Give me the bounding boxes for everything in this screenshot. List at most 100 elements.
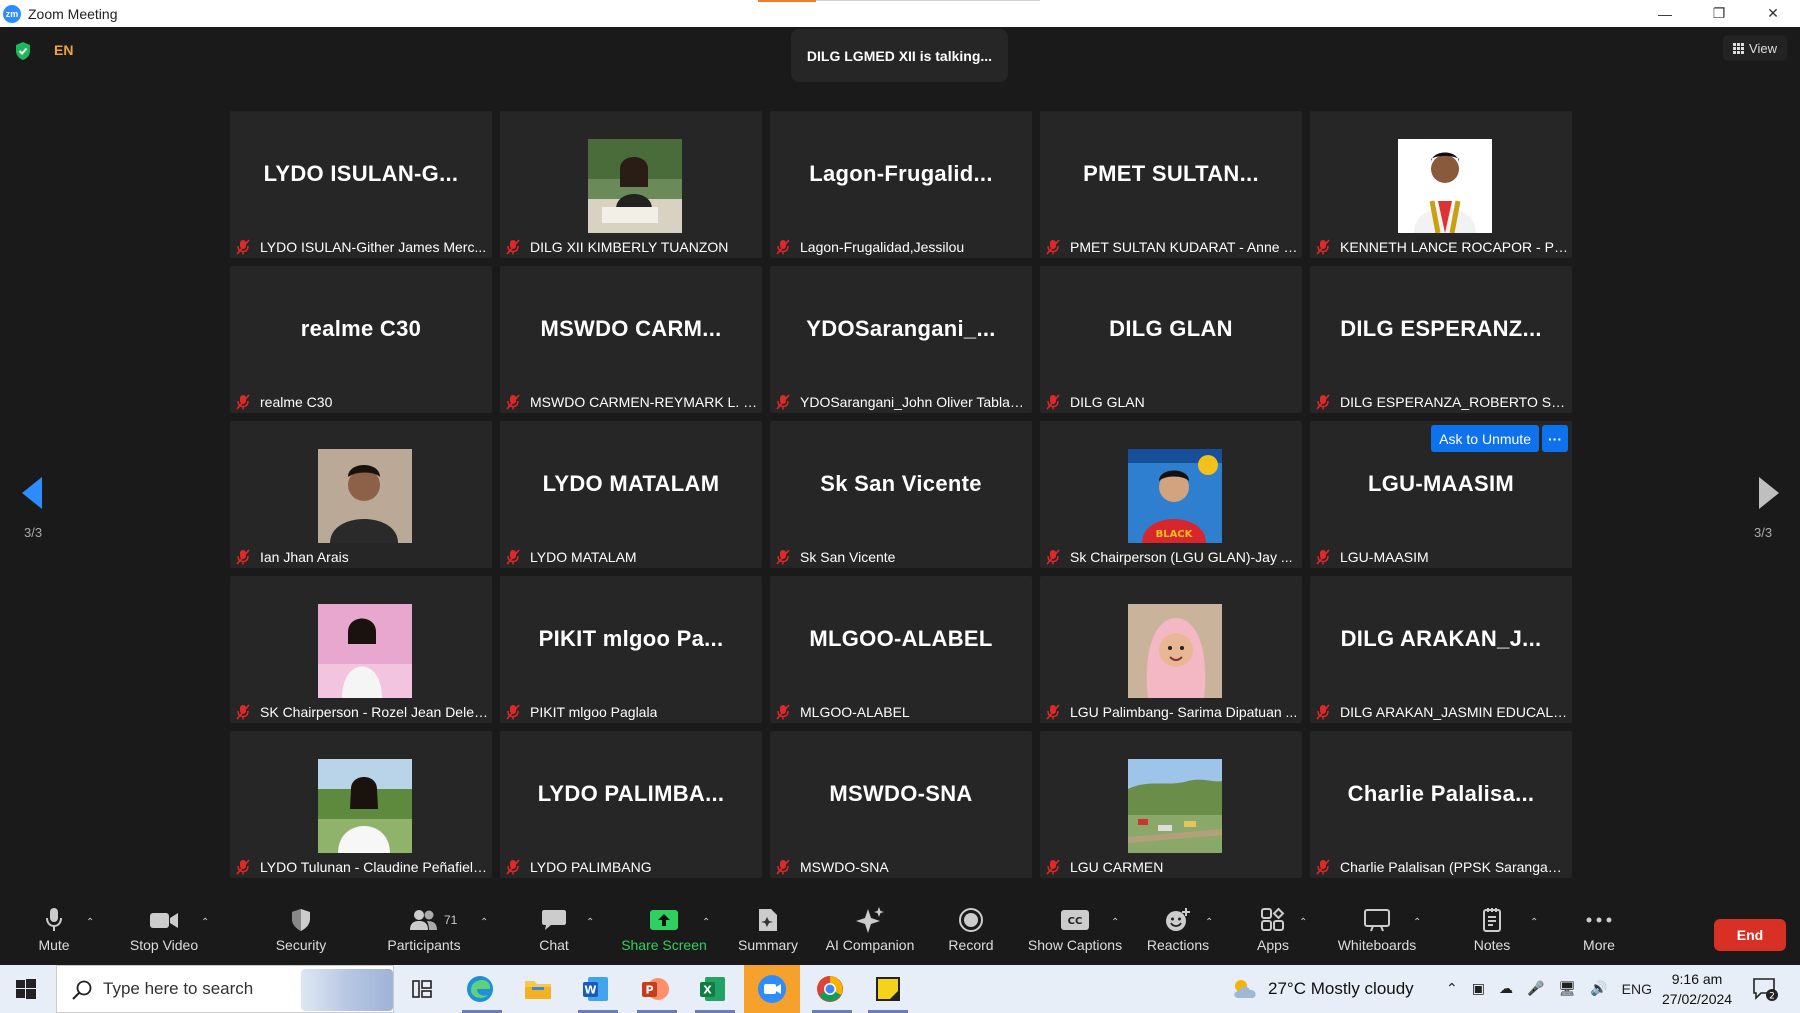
more-label: More — [1583, 937, 1615, 953]
muted-microphone-icon — [1316, 238, 1330, 255]
apps-button[interactable]: Apps — [1253, 903, 1293, 965]
participant-tile[interactable]: MSWDO CARM... MSWDO CARMEN-REYMARK L. D..… — [500, 266, 762, 413]
show-captions-button[interactable]: CC Show Captions — [1027, 903, 1123, 965]
security-button[interactable]: Security — [270, 903, 332, 965]
network-icon[interactable]: 🖥 — [1558, 980, 1576, 997]
microphone-tray-icon[interactable]: 🎤 — [1527, 980, 1544, 997]
title-accent-line — [758, 0, 816, 2]
stop-video-label: Stop Video — [129, 937, 199, 953]
left-page-indicator: 3/3 — [24, 525, 43, 540]
record-button[interactable]: Record — [948, 903, 994, 965]
participant-tile[interactable]: LGU-MAASIM LGU-MAASIM Ask to Unmute ··· — [1310, 421, 1572, 568]
chrome-icon[interactable] — [812, 971, 848, 1007]
edge-browser-icon[interactable] — [462, 971, 498, 1007]
participant-tile[interactable]: DILG GLAN DILG GLAN — [1040, 266, 1302, 413]
participant-name: MSWDO-SNA — [800, 858, 889, 875]
participant-tile[interactable]: YDOSarangani_... YDOSarangani_John Oliver… — [770, 266, 1032, 413]
participant-tile[interactable]: Lagon-Frugalid... Lagon-Frugalidad,Jessil… — [770, 111, 1032, 258]
participant-display-name: LYDO MATALAM — [542, 471, 720, 496]
search-placeholder: Type here to search — [103, 979, 254, 998]
participant-tile[interactable]: Sk San Vicente Sk San Vicente — [770, 421, 1032, 568]
captions-options-caret-icon[interactable]: ⌃ — [1111, 917, 1119, 928]
participant-tile[interactable]: LYDO MATALAM LYDO MATALAM — [500, 421, 762, 568]
participant-tile[interactable]: LYDO ISULAN-G... LYDO ISULAN-Gither James… — [230, 111, 492, 258]
next-page-arrow-icon[interactable] — [1759, 477, 1779, 509]
notes-button[interactable]: Notes — [1471, 903, 1513, 965]
participant-tile[interactable]: SK Chairperson - Rozel Jean Deles... — [230, 576, 492, 723]
muted-microphone-icon — [506, 703, 520, 720]
share-options-caret-icon[interactable]: ⌃ — [702, 917, 710, 928]
muted-microphone-icon — [506, 393, 520, 410]
meet-now-icon[interactable]: ▣ — [1472, 980, 1485, 997]
chat-options-caret-icon[interactable]: ⌃ — [586, 917, 594, 928]
participants-options-caret-icon[interactable]: ⌃ — [480, 917, 488, 928]
excel-icon[interactable]: X — [695, 971, 731, 1007]
participant-tile[interactable]: MLGOO-ALABEL MLGOO-ALABEL — [770, 576, 1032, 723]
participant-tile[interactable]: KENNETH LANCE ROCAPOR - PPS... — [1310, 111, 1572, 258]
view-button[interactable]: View — [1723, 35, 1787, 61]
word-icon[interactable]: W — [578, 971, 614, 1007]
whiteboards-button[interactable]: Whiteboards — [1334, 903, 1420, 965]
encryption-shield-icon[interactable] — [14, 41, 32, 61]
participant-tile[interactable]: MSWDO-SNA MSWDO-SNA — [770, 731, 1032, 878]
participant-tile[interactable]: Charlie Palalisa... Charlie Palalisan (PP… — [1310, 731, 1572, 878]
reactions-options-caret-icon[interactable]: ⌃ — [1205, 917, 1213, 928]
windows-start-icon[interactable] — [16, 979, 36, 999]
zoom-taskbar-icon[interactable] — [744, 965, 800, 1013]
task-view-icon[interactable] — [404, 971, 440, 1007]
participant-tile[interactable]: PIKIT mlgoo Pa... PIKIT mlgoo Paglala — [500, 576, 762, 723]
sticky-notes-icon[interactable] — [870, 971, 906, 1007]
audio-options-caret-icon[interactable]: ⌃ — [86, 917, 94, 928]
show-hidden-icons-chevron-icon[interactable]: ⌃ — [1446, 980, 1458, 997]
participant-tile[interactable]: DILG XII KIMBERLY TUANZON — [500, 111, 762, 258]
restore-button[interactable]: ❐ — [1692, 0, 1746, 27]
chat-button[interactable]: Chat — [536, 903, 572, 965]
language-interpretation-badge[interactable]: EN — [54, 42, 73, 58]
notification-center-icon[interactable]: 2 — [1752, 977, 1778, 1006]
more-button[interactable]: More — [1579, 903, 1619, 965]
reactions-button[interactable]: Reactions — [1146, 903, 1210, 965]
summary-button[interactable]: Summary — [735, 903, 801, 965]
participant-tile[interactable]: LGU CARMEN — [1040, 731, 1302, 878]
file-explorer-icon[interactable] — [520, 971, 556, 1007]
participant-tile[interactable]: Ian Jhan Arais — [230, 421, 492, 568]
muted-microphone-icon — [1046, 393, 1060, 410]
clock-date: 27/02/2024 — [1662, 991, 1733, 1007]
taskbar-search-box[interactable]: Type here to search — [56, 965, 394, 1013]
svg-text:CC: CC — [1068, 916, 1083, 927]
video-options-caret-icon[interactable]: ⌃ — [201, 917, 209, 928]
volume-icon[interactable]: 🔊 — [1590, 980, 1607, 997]
taskbar-clock[interactable]: 9:16 am 27/02/2024 — [1662, 969, 1732, 1009]
notes-options-caret-icon[interactable]: ⌃ — [1530, 917, 1538, 928]
tile-more-options-button[interactable]: ··· — [1542, 425, 1568, 452]
participant-tile[interactable]: LYDO PALIMBA... LYDO PALIMBANG — [500, 731, 762, 878]
onedrive-cloud-icon[interactable]: ☁ — [1499, 980, 1513, 997]
mute-button[interactable]: Mute — [28, 903, 80, 965]
participant-tile[interactable]: BLACK Sk Chairperson (LGU GLAN)-Jay ... — [1040, 421, 1302, 568]
end-meeting-button[interactable]: End — [1714, 919, 1786, 951]
share-screen-button[interactable]: Share Screen — [620, 903, 708, 965]
ask-to-unmute-button[interactable]: Ask to Unmute — [1431, 425, 1539, 452]
participant-tile[interactable]: realme C30 realme C30 — [230, 266, 492, 413]
participant-tile[interactable]: LGU Palimbang- Sarima Dipatuan ... — [1040, 576, 1302, 723]
stop-video-button[interactable]: Stop Video — [124, 903, 204, 965]
minimize-button[interactable]: — — [1638, 0, 1692, 27]
windows-taskbar: Type here to search W P X 27°C Mostly cl… — [0, 965, 1800, 1013]
ai-companion-button[interactable]: AI Companion — [823, 903, 917, 965]
apps-options-caret-icon[interactable]: ⌃ — [1299, 917, 1307, 928]
meeting-toolbar: Mute ⌃ Stop Video ⌃ Security Participant… — [0, 903, 1800, 965]
participant-video-frame — [1398, 139, 1492, 234]
powerpoint-icon[interactable]: P — [637, 971, 673, 1007]
whiteboards-options-caret-icon[interactable]: ⌃ — [1413, 917, 1421, 928]
weather-text: 27°C Mostly cloudy — [1268, 979, 1414, 998]
input-language[interactable]: ENG — [1622, 981, 1652, 997]
participant-tile[interactable]: PMET SULTAN... PMET SULTAN KUDARAT - Anne… — [1040, 111, 1302, 258]
previous-page-arrow-icon[interactable] — [22, 477, 42, 509]
participant-tile[interactable]: DILG ARAKAN_J... DILG ARAKAN_JASMIN EDUCA… — [1310, 576, 1572, 723]
apps-label: Apps — [1257, 937, 1289, 953]
participant-tile[interactable]: DILG ESPERANZ... DILG ESPERANZA_ROBERTO S… — [1310, 266, 1572, 413]
weather-widget[interactable]: 27°C Mostly cloudy — [1230, 978, 1414, 1000]
participant-tile[interactable]: LYDO Tulunan - Claudine Peñafiel ... — [230, 731, 492, 878]
system-tray: ⌃ ▣ ☁ 🎤 🖥 🔊 ENG — [1446, 980, 1652, 997]
close-button[interactable]: ✕ — [1746, 0, 1800, 27]
